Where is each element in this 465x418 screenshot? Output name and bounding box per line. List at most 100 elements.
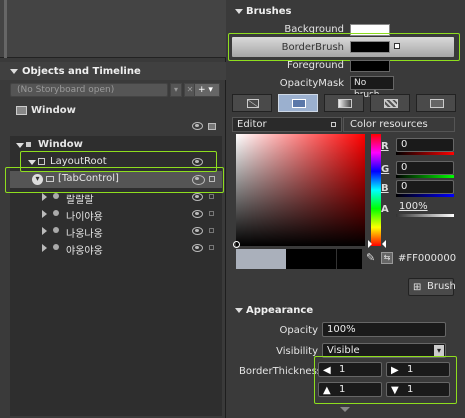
g-slider[interactable] bbox=[396, 175, 454, 178]
r-input[interactable]: 0 bbox=[396, 138, 454, 152]
element-icon bbox=[26, 142, 31, 147]
tab-color-resources[interactable]: Color resources bbox=[343, 117, 455, 132]
hue-slider[interactable] bbox=[371, 134, 381, 246]
foreground-swatch[interactable] bbox=[350, 60, 390, 72]
no-brush-icon bbox=[247, 99, 259, 108]
hex-value[interactable]: #FF000000 bbox=[398, 253, 456, 264]
b-input[interactable]: 0 bbox=[396, 180, 454, 194]
eyedropper-icon[interactable]: ✎ bbox=[366, 251, 380, 266]
tree-item-tab-4[interactable]: 야옹야옹 bbox=[10, 240, 222, 257]
tabitem-icon bbox=[53, 210, 59, 216]
chevron-down-icon[interactable]: ▾ bbox=[434, 345, 444, 356]
current-color-swatch bbox=[286, 249, 336, 269]
borderthickness-label: BorderThickness bbox=[239, 366, 322, 377]
objects-header: Objects and Timeline bbox=[0, 62, 226, 80]
highlight-borderbrush bbox=[228, 33, 460, 61]
objects-title: Objects and Timeline bbox=[22, 66, 141, 77]
objects-panel: Objects and Timeline (No Storyboard open… bbox=[0, 0, 226, 418]
add-storyboard-button[interactable]: + ▾ bbox=[194, 83, 220, 97]
color-picker-handle[interactable] bbox=[233, 241, 240, 248]
brushes-title: Brushes bbox=[246, 6, 292, 17]
eye-icon[interactable] bbox=[192, 193, 203, 201]
expand-icon[interactable] bbox=[42, 193, 47, 201]
resources-icon bbox=[430, 99, 444, 108]
a-input[interactable]: 100% bbox=[396, 201, 454, 215]
tabitem-icon bbox=[53, 193, 59, 199]
collapse-icon[interactable] bbox=[10, 69, 18, 74]
window-label: Window bbox=[31, 105, 76, 116]
tabitem-icon bbox=[53, 244, 59, 250]
tree-item-label: 나이야용 bbox=[66, 212, 103, 223]
tree-item-label: Window bbox=[38, 139, 83, 150]
tree-item-tab-3[interactable]: 나옹나옹 bbox=[10, 223, 222, 240]
color-mode-icon[interactable]: ⇆ bbox=[381, 252, 393, 264]
b-label: B bbox=[381, 183, 389, 194]
tabitem-icon bbox=[53, 227, 59, 233]
g-input[interactable]: 0 bbox=[396, 161, 454, 175]
tree-item-label: 나옹나옹 bbox=[66, 229, 103, 240]
highlight-borderthickness bbox=[314, 356, 457, 404]
eye-icon[interactable] bbox=[192, 122, 203, 130]
r-label: R bbox=[381, 141, 389, 152]
a-slider[interactable] bbox=[396, 214, 454, 217]
a-label: A bbox=[381, 204, 389, 215]
window-header: Window bbox=[10, 104, 222, 132]
r-slider[interactable] bbox=[396, 152, 454, 155]
tab-resources[interactable] bbox=[416, 94, 456, 112]
tree-item-label: 랄랄랄 bbox=[66, 195, 94, 206]
brush-button-label: Brush bbox=[427, 281, 456, 292]
eye-icon[interactable] bbox=[192, 210, 203, 218]
brush-icon: ⊞ bbox=[413, 282, 422, 293]
hue-handle-left[interactable] bbox=[368, 240, 372, 248]
lock-icon[interactable] bbox=[209, 228, 214, 233]
expand-icon[interactable] bbox=[16, 143, 24, 148]
expand-icon[interactable] bbox=[42, 227, 47, 235]
opacitymask-value[interactable]: No brush bbox=[350, 76, 394, 100]
expand-icon[interactable] bbox=[42, 210, 47, 218]
collapse-icon[interactable] bbox=[235, 9, 243, 14]
opacity-input[interactable]: 100% bbox=[322, 322, 446, 337]
appearance-title: Appearance bbox=[246, 305, 314, 316]
hue-handle-right[interactable] bbox=[382, 240, 386, 248]
color-field[interactable] bbox=[233, 134, 365, 248]
appearance-header[interactable]: Appearance bbox=[232, 304, 462, 318]
tab-editor-options-icon[interactable] bbox=[331, 122, 336, 127]
storyboard-placeholder: (No Storyboard open) bbox=[17, 85, 115, 95]
window-icon bbox=[16, 106, 27, 115]
lock-icon[interactable] bbox=[209, 194, 214, 199]
tree-item-tab-2[interactable]: 나이야용 bbox=[10, 206, 222, 223]
storyboard-selector[interactable]: (No Storyboard open) bbox=[10, 83, 168, 97]
lock-icon[interactable] bbox=[209, 245, 214, 250]
top-left-area bbox=[0, 0, 226, 58]
eye-icon[interactable] bbox=[192, 227, 203, 235]
tab-no-brush[interactable] bbox=[232, 94, 272, 112]
lock-icon[interactable] bbox=[209, 211, 214, 216]
brushes-header[interactable]: Brushes bbox=[232, 5, 462, 19]
foreground-label: Foreground bbox=[287, 60, 344, 71]
tab-solid-color[interactable] bbox=[278, 94, 318, 112]
tile-brush-icon bbox=[384, 99, 398, 108]
g-label: G bbox=[381, 164, 390, 175]
tab-color-resources-label: Color resources bbox=[350, 119, 428, 130]
convert-to-brush-button[interactable]: ⊞ Brush bbox=[408, 278, 456, 296]
highlight-tabcontrol bbox=[5, 167, 224, 193]
storyboard-dropdown[interactable]: ▾ bbox=[170, 83, 182, 97]
lock-icon[interactable] bbox=[208, 123, 216, 130]
tab-tile-brush[interactable] bbox=[370, 94, 410, 112]
opacitymask-label: OpacityMask bbox=[279, 78, 344, 89]
visibility-value: Visible bbox=[327, 345, 360, 356]
expand-more-icon[interactable] bbox=[340, 407, 350, 412]
tab-gradient[interactable] bbox=[324, 94, 364, 112]
opacity-label: Opacity bbox=[279, 325, 318, 336]
visibility-label: Visibility bbox=[276, 346, 318, 357]
collapse-icon[interactable] bbox=[235, 308, 243, 313]
solid-color-icon bbox=[292, 99, 306, 108]
tab-editor[interactable]: Editor bbox=[232, 117, 342, 132]
b-slider[interactable] bbox=[396, 194, 454, 197]
gradient-icon bbox=[338, 99, 352, 108]
expand-icon[interactable] bbox=[42, 244, 47, 252]
initial-color-swatch bbox=[336, 249, 362, 269]
previous-color-swatch bbox=[236, 249, 286, 269]
eye-icon[interactable] bbox=[192, 244, 203, 252]
scrollbar[interactable] bbox=[4, 0, 7, 58]
